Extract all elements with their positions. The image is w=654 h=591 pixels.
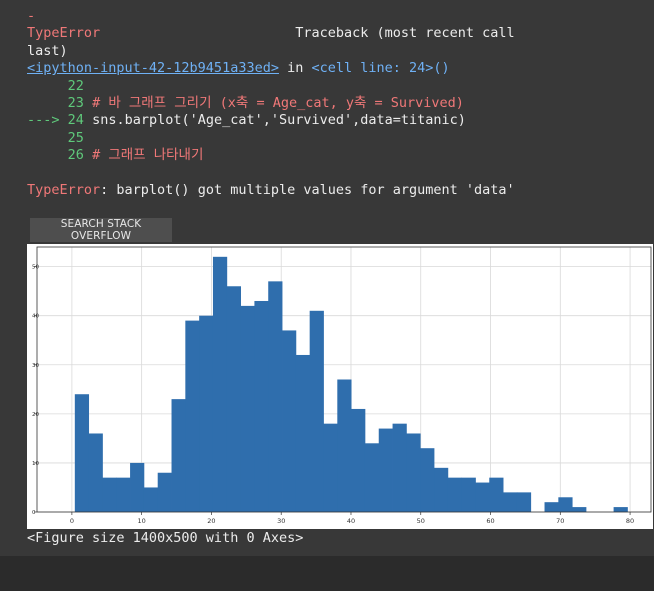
trace-line-current: ---> 24 sns.barplot('Age_cat','Survived'… bbox=[27, 112, 466, 128]
x-tick-label: 0 bbox=[70, 517, 74, 525]
search-stack-overflow-button[interactable]: SEARCH STACK OVERFLOW bbox=[30, 218, 172, 242]
histogram-bar bbox=[185, 320, 200, 512]
histogram-bar bbox=[461, 477, 476, 512]
code-current: sns.barplot('Age_cat','Survived',data=ti… bbox=[92, 112, 466, 129]
traceback: - TypeError Traceback (most recent call … bbox=[27, 8, 515, 199]
ipython-input-link[interactable]: <ipython-input-42-12b9451a33ed> bbox=[27, 60, 279, 76]
x-tick-label: 70 bbox=[556, 517, 564, 525]
histogram-bar bbox=[351, 408, 366, 512]
x-tick-label: 40 bbox=[347, 517, 355, 525]
traceback-label: Traceback (most recent call bbox=[295, 25, 515, 42]
histogram-bar bbox=[102, 477, 117, 512]
histogram-bar bbox=[323, 423, 338, 512]
figure-caption: <Figure size 1400x500 with 0 Axes> bbox=[27, 530, 304, 546]
line-number: 23 bbox=[67, 95, 84, 112]
histogram-bar bbox=[392, 423, 407, 512]
x-tick-label: 60 bbox=[486, 517, 494, 525]
histogram-bar bbox=[503, 492, 518, 512]
y-tick-label: 20 bbox=[32, 412, 39, 418]
histogram-bar bbox=[88, 433, 103, 512]
trace-line: 26 # 그래프 나타내기 bbox=[27, 147, 204, 164]
y-tick-label: 50 bbox=[32, 265, 39, 271]
histogram-bar bbox=[489, 477, 504, 512]
final-error-type: TypeError bbox=[27, 182, 101, 199]
histogram-bar bbox=[475, 482, 490, 512]
y-tick-label: 0 bbox=[32, 510, 36, 516]
histogram-bar bbox=[572, 507, 587, 512]
error-type: TypeError bbox=[27, 25, 101, 42]
histogram-bar bbox=[116, 477, 131, 512]
histogram-bar bbox=[516, 492, 532, 512]
code-comment: # 그래프 나타내기 bbox=[92, 147, 204, 164]
y-tick-label: 10 bbox=[32, 461, 39, 467]
current-line-arrow: ---> bbox=[27, 112, 60, 129]
histogram-bar bbox=[130, 462, 145, 512]
histogram-bar bbox=[240, 305, 255, 512]
traceback-dash: - bbox=[27, 8, 36, 24]
histogram-bar bbox=[212, 256, 228, 512]
histogram-bar bbox=[447, 477, 463, 512]
x-tick-label: 50 bbox=[417, 517, 425, 525]
histogram-bar bbox=[295, 354, 311, 512]
histogram-bar bbox=[282, 330, 297, 512]
figure-output: 0 10 20 30 40 50 60 70 80 0 10 20 30 40 50 bbox=[27, 244, 653, 529]
traceback-label-cont: last) bbox=[27, 42, 68, 59]
line-number: 24 bbox=[67, 112, 84, 129]
histogram-chart: 0 10 20 30 40 50 60 70 80 0 10 20 30 40 50 bbox=[32, 246, 652, 525]
histogram-bar bbox=[544, 502, 559, 512]
histogram-bar bbox=[226, 286, 241, 512]
histogram-bar bbox=[558, 497, 573, 512]
histogram-bar bbox=[337, 379, 352, 512]
cell-ref: <cell line: 24>() bbox=[311, 60, 450, 77]
line-number: 22 bbox=[67, 77, 84, 94]
y-tick-label: 30 bbox=[32, 363, 39, 369]
histogram-bar bbox=[199, 315, 214, 512]
histogram-bar bbox=[406, 433, 421, 512]
y-tick-label: 40 bbox=[32, 314, 39, 320]
line-number: 25 bbox=[67, 129, 84, 146]
trace-line: 22 bbox=[27, 78, 92, 94]
cell-output: - TypeError Traceback (most recent call … bbox=[0, 0, 654, 556]
in-word: in bbox=[278, 60, 312, 77]
histogram-bar bbox=[157, 472, 172, 512]
histogram-bar bbox=[364, 443, 380, 512]
histogram-bar bbox=[613, 507, 628, 512]
histogram-bar bbox=[309, 310, 324, 512]
x-tick-label: 10 bbox=[138, 517, 146, 525]
page-bottom-area bbox=[0, 556, 654, 591]
trace-line: 23 # 바 그래프 그리기 (x축 = Age_cat, y축 = Survi… bbox=[27, 95, 464, 111]
histogram-bar bbox=[268, 281, 283, 512]
line-number: 26 bbox=[67, 147, 84, 164]
histogram-bar bbox=[171, 399, 186, 512]
code-comment: # 바 그래프 그리기 (x축 = Age_cat, y축 = Survived… bbox=[92, 95, 464, 112]
trace-line: 25 bbox=[27, 130, 92, 146]
histogram-bar bbox=[420, 448, 435, 512]
histogram-bar bbox=[74, 394, 90, 512]
x-tick-label: 30 bbox=[277, 517, 285, 525]
x-tick-label: 80 bbox=[626, 517, 634, 525]
histogram-bar bbox=[143, 487, 159, 512]
histogram-bar bbox=[434, 467, 449, 512]
final-error-message: : barplot() got multiple values for argu… bbox=[100, 182, 515, 199]
x-tick-label: 20 bbox=[207, 517, 215, 525]
histogram-bar bbox=[378, 428, 393, 512]
histogram-bar bbox=[254, 300, 269, 512]
